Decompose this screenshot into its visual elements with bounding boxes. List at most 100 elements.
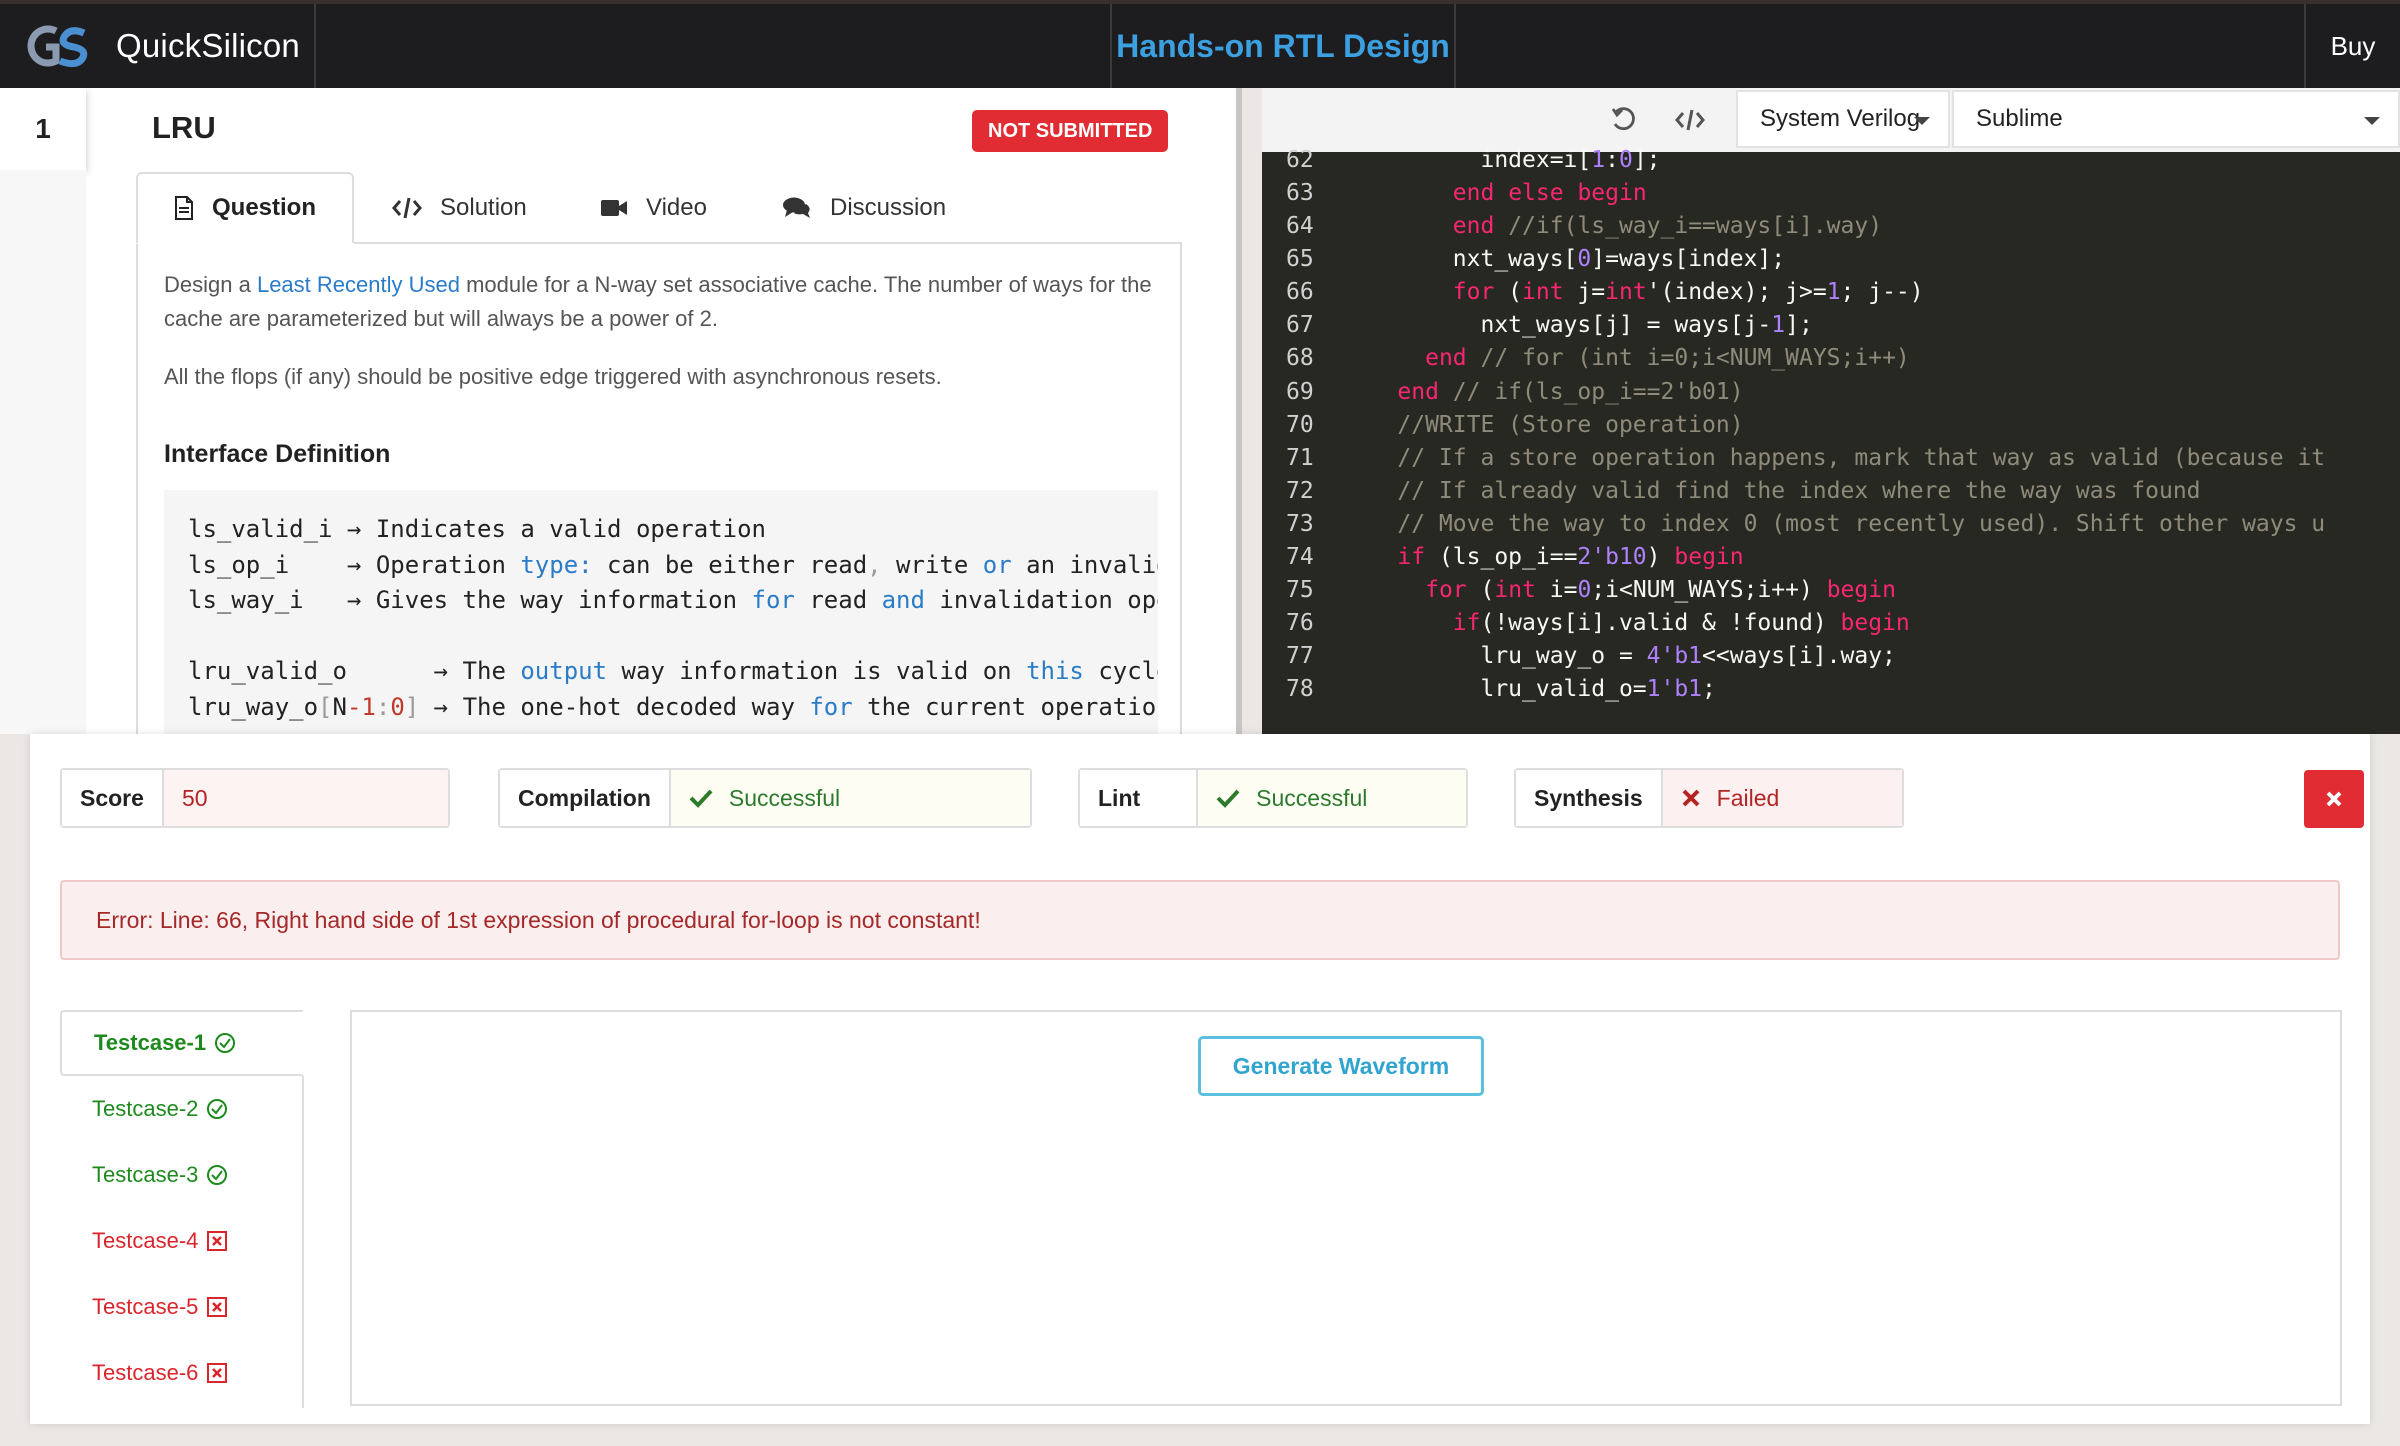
testcase-list: Testcase-1 Testcase-2 Testcase-3 Testcase-4… (60, 1010, 304, 1408)
line-number: 77 (1286, 643, 1314, 670)
code-line[interactable]: 67 nxt_ways[j] = ways[j-1]; (1262, 309, 2400, 343)
code-text: for (int i=0;i<NUM_WAYS;i++) begin (1425, 576, 1896, 603)
synthesis-value: Failed (1662, 770, 1902, 826)
testcase-item[interactable]: Testcase-2 (60, 1076, 304, 1142)
compilation-status-text: Successful (728, 784, 841, 811)
close-results-button[interactable] (2304, 770, 2364, 828)
check-icon (689, 788, 713, 808)
testcase-label: Testcase-2 (92, 1096, 199, 1121)
code-area[interactable]: 62 index=i[1:0]; 63 end else begin 64 end … (1262, 147, 2400, 734)
buy-link[interactable]: Buy (2331, 31, 2376, 62)
score-metric: Score 50 (60, 768, 450, 828)
pane-splitter-handle[interactable] (1236, 88, 1242, 734)
description-text-pre: Design a (164, 272, 257, 297)
line-number: 75 (1286, 576, 1314, 603)
interface-code-block: ls_valid_i → Indicates a valid operation… (164, 490, 1158, 734)
undo-icon (1611, 107, 1635, 131)
signal-name: ls_op_i (188, 550, 290, 579)
code-line[interactable]: 71 // If a store operation happens, mark… (1262, 442, 2400, 476)
code-line[interactable]: 72 // If already valid find the index wh… (1262, 475, 2400, 509)
reset-code-button[interactable] (1606, 102, 1642, 138)
line-number: 65 (1286, 246, 1314, 273)
error-alert: Error: Line: 66, Right hand side of 1st … (60, 880, 2340, 960)
signal-desc: Gives the way information for read and i… (375, 586, 1158, 614)
testcase-item[interactable]: Testcase-5 (60, 1274, 304, 1340)
line-number: 63 (1286, 180, 1314, 207)
interface-line: ls_way_i → Gives the way information for… (188, 583, 1158, 619)
results-card: Score 50 Compilation Successful Lint Suc… (30, 734, 2370, 1424)
x-square-icon (206, 1230, 228, 1252)
status-badge: NOT SUBMITTED (972, 110, 1169, 152)
compilation-label: Compilation (500, 770, 671, 826)
code-line[interactable]: 74 if (ls_op_i==2'b10) begin (1262, 541, 2400, 575)
code-line[interactable]: 76 if(!ways[i].valid & !found) begin (1262, 607, 2400, 641)
code-text: if (ls_op_i==2'b10) begin (1397, 543, 1744, 570)
line-number: 67 (1286, 312, 1314, 339)
code-line[interactable]: 64 end //if(ls_way_i==ways[i].way) (1262, 210, 2400, 244)
generate-waveform-button[interactable]: Generate Waveform (1198, 1036, 1484, 1096)
check-circle-icon (206, 1098, 228, 1120)
testcase-item[interactable]: Testcase-4 (60, 1208, 304, 1274)
line-number: 68 (1286, 345, 1314, 372)
code-line[interactable]: 70 //WRITE (Store operation) (1262, 409, 2400, 443)
lint-status-text: Successful (1256, 784, 1368, 811)
testcase-label: Testcase-3 (92, 1162, 199, 1187)
question-body: Design a Least Recently Used module for … (136, 244, 1182, 734)
code-line[interactable]: 62 index=i[1:0]; (1262, 144, 2400, 178)
document-icon (174, 196, 194, 220)
signal-name: lru_way_o[N-1:0] (188, 692, 420, 721)
tab-solution[interactable]: Solution (392, 172, 527, 244)
keymap-select[interactable]: Sublime (1952, 90, 2400, 148)
code-text: // If already valid find the index where… (1397, 477, 2201, 504)
brand[interactable]: QuickSilicon (0, 4, 316, 88)
code-line[interactable]: 75 for (int i=0;i<NUM_WAYS;i++) begin (1262, 574, 2400, 608)
language-select[interactable]: System Verilog (1736, 90, 1950, 148)
chevron-down-icon (1914, 117, 1930, 125)
check-circle-icon (214, 1032, 236, 1054)
line-number: 74 (1286, 543, 1314, 570)
code-line[interactable]: 73 // Move the way to index 0 (most rece… (1262, 508, 2400, 542)
synthesis-label: Synthesis (1516, 770, 1663, 826)
interface-line: lru_valid_o → The output way information… (188, 654, 1158, 690)
problem-number-box[interactable]: 1 (0, 88, 86, 170)
code-editor-panel: System Verilog Sublime 62 index=i[1:0]; 6… (1262, 88, 2400, 734)
code-line[interactable]: 77 lru_way_o = 4'b1<<ways[i].way; (1262, 640, 2400, 674)
code-line[interactable]: 68 end // for (int i=0;i<NUM_WAYS;i++) (1262, 342, 2400, 376)
code-text: //WRITE (Store operation) (1397, 411, 1744, 438)
tab-question-label: Question (212, 194, 317, 221)
line-number: 64 (1286, 213, 1314, 240)
format-code-button[interactable] (1670, 102, 1710, 138)
editor-toolbar: System Verilog Sublime (1262, 88, 2400, 152)
code-text: end else begin (1452, 180, 1647, 207)
code-text: nxt_ways[0]=ways[index]; (1342, 246, 1786, 273)
language-select-value: System Verilog (1760, 105, 1921, 132)
score-value: 50 (163, 770, 448, 826)
line-number: 73 (1286, 510, 1314, 537)
testcase-item[interactable]: Testcase-6 (60, 1340, 304, 1406)
synthesis-status-text: Failed (1716, 784, 1780, 811)
problem-side-strip (0, 170, 86, 734)
tab-discussion-label: Discussion (830, 194, 947, 221)
code-line[interactable]: 69 end // if(ls_op_i==2'b01) (1262, 376, 2400, 410)
lru-wiki-link[interactable]: Least Recently Used (257, 272, 460, 297)
course-title[interactable]: Hands-on RTL Design (1116, 28, 1450, 65)
code-line[interactable]: 65 nxt_ways[0]=ways[index]; (1262, 243, 2400, 277)
tab-video[interactable]: Video (600, 172, 707, 244)
code-line[interactable]: 66 for (int j=int'(index); j>=1; j--) (1262, 276, 2400, 310)
tab-discussion[interactable]: Discussion (782, 172, 946, 244)
code-text: lru_way_o = 4'b1<<ways[i].way; (1342, 643, 1896, 670)
line-number: 62 (1286, 147, 1314, 173)
chevron-down-icon (2364, 117, 2380, 125)
code-line[interactable]: 63 end else begin (1262, 177, 2400, 211)
check-circle-icon (206, 1164, 228, 1186)
code-icon (1675, 109, 1705, 131)
tab-question[interactable]: Question (136, 172, 354, 244)
problem-panel: 1 LRU NOT SUBMITTED Question Solution Vi… (0, 88, 1236, 734)
code-text: // Move the way to index 0 (most recentl… (1397, 510, 2326, 537)
tab-video-label: Video (646, 194, 707, 221)
testcase-label: Testcase-4 (92, 1228, 199, 1253)
testcase-item[interactable]: Testcase-3 (60, 1142, 304, 1208)
testcase-item[interactable]: Testcase-1 (60, 1010, 304, 1076)
code-line[interactable]: 78 lru_valid_o=1'b1; (1262, 673, 2400, 707)
comments-icon (782, 196, 812, 220)
